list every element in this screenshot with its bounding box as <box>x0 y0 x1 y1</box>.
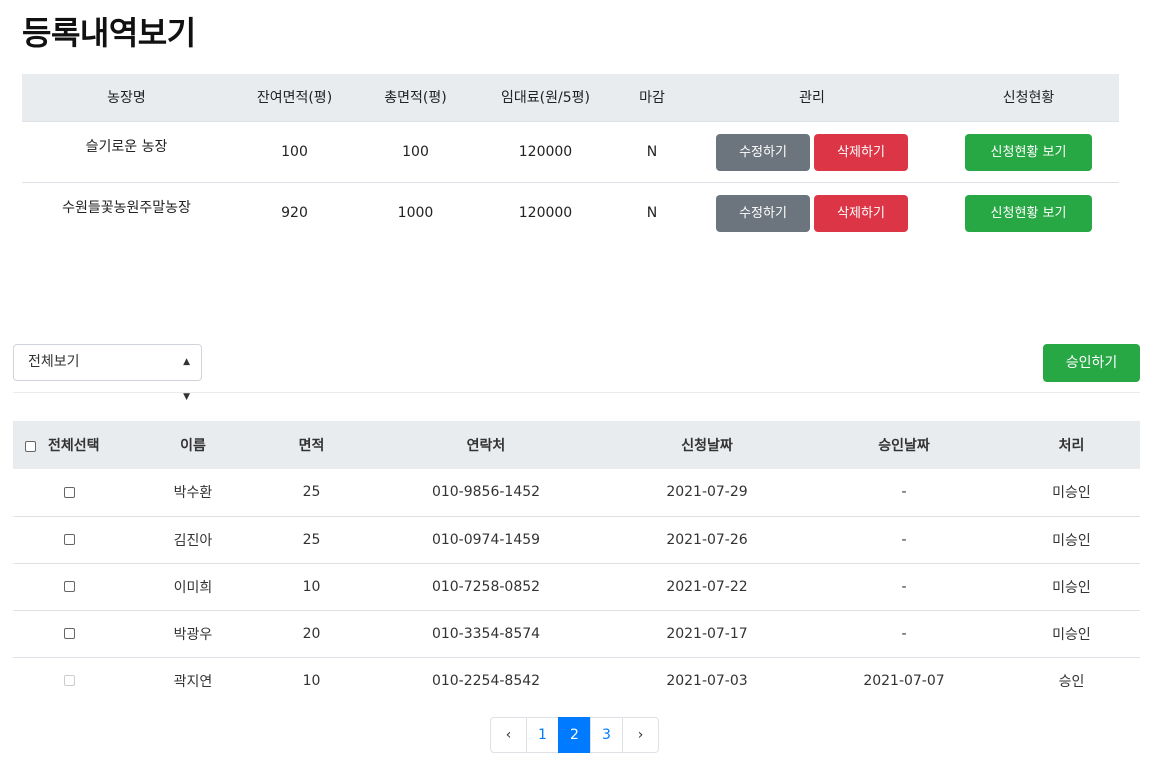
farm-row: 수원들꽃농원주말농장 920 1000 120000 N 수정하기 삭제하기 신청… <box>22 182 1119 243</box>
applicant-phone: 010-7258-0852 <box>363 562 609 610</box>
col-closed: 마감 <box>618 74 686 122</box>
applicant-area: 10 <box>260 562 363 610</box>
delete-button[interactable]: 삭제하기 <box>814 194 908 232</box>
applicant-approved-date: - <box>805 515 1003 563</box>
applicant-row: 박광우 20 010-3354-8574 2021-07-17 - 미승인 <box>13 609 1140 657</box>
col-process: 처리 <box>1003 421 1140 469</box>
farm-manage-cell: 수정하기 삭제하기 <box>686 182 938 243</box>
col-applied-date: 신청날짜 <box>609 421 805 469</box>
col-application-status: 신청현황 <box>938 74 1119 122</box>
applicant-status: 미승인 <box>1003 562 1140 610</box>
col-manage: 관리 <box>686 74 938 122</box>
divider <box>13 392 1140 393</box>
edit-button[interactable]: 수정하기 <box>716 194 810 232</box>
applicant-status: 미승인 <box>1052 485 1091 502</box>
applicant-phone: 010-2254-8542 <box>363 656 609 704</box>
row-select-cell <box>13 469 126 516</box>
col-approved-date: 승인날짜 <box>805 421 1003 469</box>
view-status-button[interactable]: 신청현황 보기 <box>965 133 1092 171</box>
row-select-cell <box>13 656 126 704</box>
farm-remaining: 920 <box>281 204 308 221</box>
applicant-status: 미승인 <box>1003 515 1140 563</box>
col-area: 면적 <box>260 421 363 469</box>
col-select-all: 전체선택 <box>13 421 126 469</box>
applicant-phone: 010-3354-8574 <box>363 609 609 657</box>
page-title: 등록내역보기 <box>22 14 196 52</box>
applicant-area: 25 <box>260 515 363 563</box>
applicants-table-header: 전체선택 이름 면적 연락처 신청날짜 승인날짜 처리 <box>13 421 1140 469</box>
applicant-applied-date: 2021-07-17 <box>609 609 805 657</box>
row-checkbox[interactable] <box>64 534 75 545</box>
applicant-name: 김진아 <box>126 515 260 563</box>
farm-table: 농장명 잔여면적(평) 총면적(평) 임대료(원/5평) 마감 관리 신청현황 … <box>22 74 1119 243</box>
filter-selected-value: 전체보기 <box>28 354 80 370</box>
applicant-name: 박수환 <box>173 485 213 502</box>
row-checkbox[interactable] <box>64 628 75 639</box>
applicant-row: 김진아 25 010-0974-1459 2021-07-26 - 미승인 <box>13 515 1140 563</box>
farm-rent: 120000 <box>473 121 618 183</box>
applicant-row: 이미희 10 010-7258-0852 2021-07-22 - 미승인 <box>13 562 1140 610</box>
applicant-applied-date: 2021-07-26 <box>609 515 805 563</box>
row-select-cell <box>13 515 126 563</box>
farm-manage-cell: 수정하기 삭제하기 <box>686 121 938 183</box>
pagination: ‹ 1 2 3 › <box>490 717 659 753</box>
applicant-name: 박광우 <box>126 609 260 657</box>
farm-remaining: 100 <box>231 121 358 183</box>
farm-status-cell: 신청현황 보기 <box>938 121 1119 183</box>
view-status-button[interactable]: 신청현황 보기 <box>965 194 1092 232</box>
col-name: 이름 <box>126 421 260 469</box>
applicant-status: 미승인 <box>1003 609 1140 657</box>
farm-table-header: 농장명 잔여면적(평) 총면적(평) 임대료(원/5평) 마감 관리 신청현황 <box>22 74 1119 122</box>
applicant-name: 이미희 <box>126 562 260 610</box>
applicant-phone: 010-0974-1459 <box>363 515 609 563</box>
select-all-label: 전체선택 <box>48 438 100 454</box>
farm-closed: N <box>646 204 658 221</box>
approve-button[interactable]: 승인하기 <box>1043 344 1140 382</box>
row-checkbox-disabled <box>64 675 75 687</box>
row-select-cell <box>13 562 126 610</box>
applicant-approved-date: - <box>901 484 907 501</box>
applicant-approved-date: - <box>805 562 1003 610</box>
select-all-checkbox[interactable] <box>25 440 36 452</box>
farm-name: 슬기로운 농장 <box>22 121 231 183</box>
row-checkbox[interactable] <box>64 581 75 592</box>
page-link[interactable]: 3 <box>590 717 623 753</box>
applicant-row: 박수환 25 010-9856-1452 2021-07-29 - 미승인 <box>13 469 1140 516</box>
farm-name: 수원들꽃농원주말농장 <box>62 199 191 216</box>
applicant-area: 10 <box>260 656 363 704</box>
applicant-approved-date: 2021-07-07 <box>805 656 1003 704</box>
edit-button[interactable]: 수정하기 <box>716 133 810 171</box>
col-remaining-area: 잔여면적(평) <box>231 74 358 122</box>
filter-select[interactable]: 전체보기 ▲ ▼ <box>13 344 202 402</box>
applicant-phone: 010-9856-1452 <box>431 484 541 501</box>
farm-total: 1000 <box>397 204 434 221</box>
page-link-current[interactable]: 2 <box>558 717 591 753</box>
applicants-table: 전체선택 이름 면적 연락처 신청날짜 승인날짜 처리 박수환 25 010-9… <box>13 421 1140 704</box>
page-link[interactable]: 1 <box>526 717 559 753</box>
farm-row: 슬기로운 농장 100 100 120000 N 수정하기 삭제하기 신청현황 보… <box>22 121 1119 183</box>
col-farm-name: 농장명 <box>22 74 231 122</box>
delete-button[interactable]: 삭제하기 <box>814 133 908 171</box>
applicant-applied-date: 2021-07-03 <box>609 656 805 704</box>
col-total-area: 총면적(평) <box>358 74 473 122</box>
next-page-button[interactable]: › <box>622 717 659 753</box>
applicant-applied-date: 2021-07-29 <box>666 484 748 501</box>
farm-rent: 120000 <box>518 204 573 221</box>
row-checkbox[interactable] <box>64 486 75 498</box>
select-arrows-icon: ▲ ▼ <box>183 357 190 402</box>
applicant-status: 승인 <box>1003 656 1140 704</box>
applicant-area: 25 <box>302 484 321 501</box>
applicant-name: 곽지연 <box>126 656 260 704</box>
row-select-cell <box>13 609 126 657</box>
farm-total: 100 <box>358 121 473 183</box>
farm-status-cell: 신청현황 보기 <box>938 182 1119 243</box>
col-rent: 임대료(원/5평) <box>473 74 618 122</box>
prev-page-button[interactable]: ‹ <box>490 717 527 753</box>
applicant-area: 20 <box>260 609 363 657</box>
farm-closed: N <box>618 121 686 183</box>
applicant-approved-date: - <box>805 609 1003 657</box>
col-phone: 연락처 <box>363 421 609 469</box>
applicant-applied-date: 2021-07-22 <box>609 562 805 610</box>
applicant-row: 곽지연 10 010-2254-8542 2021-07-03 2021-07-… <box>13 656 1140 704</box>
